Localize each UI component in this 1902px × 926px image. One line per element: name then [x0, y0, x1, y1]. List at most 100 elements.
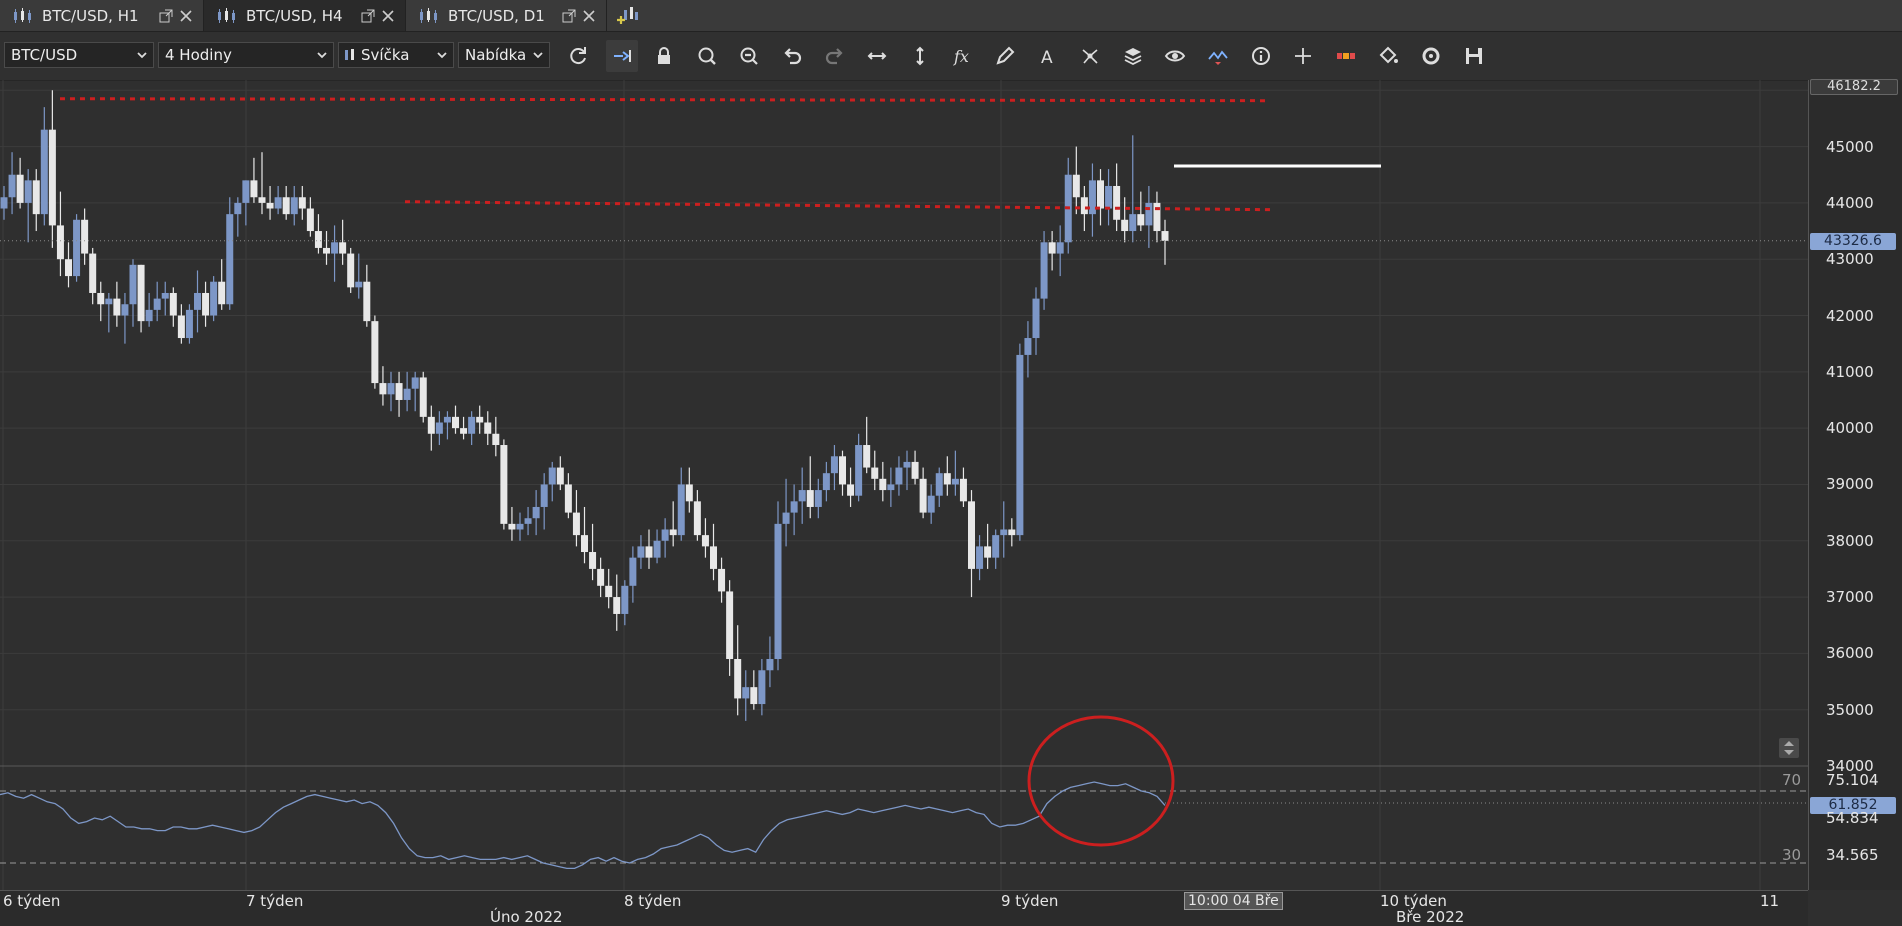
price-tick-label: 45000	[1826, 137, 1874, 156]
week-label: 9 týden	[1001, 892, 1059, 910]
tab-label: BTC/USD, D1	[448, 6, 545, 25]
candle	[1016, 343, 1024, 541]
candle	[1064, 157, 1072, 254]
candle	[653, 529, 661, 564]
vertical-resize-button[interactable]	[904, 40, 936, 72]
highlight-circle-annotation	[1027, 715, 1175, 847]
resistance-level-line	[59, 97, 1271, 103]
lock-icon	[658, 47, 671, 64]
candle	[16, 157, 24, 209]
vertical-resize-icon	[916, 46, 924, 66]
text-tool-button[interactable]: A	[1032, 40, 1064, 72]
color-bar-button[interactable]	[1330, 40, 1362, 72]
candle	[798, 467, 806, 524]
popout-icon[interactable]	[361, 9, 375, 23]
candle	[161, 281, 169, 316]
up-down-arrows-icon	[1784, 741, 1794, 755]
candle	[935, 467, 943, 507]
candle	[403, 371, 411, 412]
close-icon[interactable]	[381, 9, 395, 23]
price-tick-label: 38000	[1826, 531, 1874, 550]
redo-button[interactable]	[819, 40, 851, 72]
zoom-in-icon	[698, 47, 716, 65]
layers-icon	[1124, 48, 1142, 66]
candle	[839, 450, 846, 496]
candle	[492, 416, 500, 457]
symbol-select[interactable]: BTC/USD	[4, 42, 154, 68]
candle	[895, 456, 903, 496]
price-type-select[interactable]: Nabídka	[458, 42, 550, 68]
candle	[234, 197, 242, 237]
time-axis[interactable]: 6 týden 7 týden 8 týden 9 týden 10 týden…	[0, 890, 1808, 926]
candle	[790, 484, 798, 536]
candlestick-icon	[420, 7, 437, 23]
candle	[589, 523, 597, 581]
rsi-max-label: 75.104	[1826, 771, 1879, 789]
candle	[323, 231, 330, 265]
candle	[1008, 518, 1016, 547]
info-button[interactable]	[1245, 40, 1277, 72]
candle	[951, 450, 959, 496]
price-tick-label: 37000	[1826, 588, 1874, 607]
candlestick-series	[0, 90, 1169, 721]
lock-button[interactable]	[648, 40, 680, 72]
tab-btcusd-h1[interactable]: BTC/USD, H1	[0, 0, 204, 31]
chart-style-value: Svíčka	[361, 46, 410, 64]
save-icon	[1465, 48, 1482, 64]
zoom-in-button[interactable]	[691, 40, 723, 72]
autoscroll-button[interactable]	[605, 40, 638, 72]
redo-icon	[825, 48, 843, 65]
add-chart-icon	[617, 7, 638, 24]
timeframe-select[interactable]: 4 Hodiny	[158, 42, 334, 68]
zoom-out-button[interactable]	[733, 40, 765, 72]
candle	[73, 214, 81, 282]
candle	[968, 490, 975, 598]
circle-refresh-button[interactable]	[1415, 40, 1447, 72]
tab-btcusd-d1[interactable]: BTC/USD, D1	[406, 0, 607, 31]
undo-button[interactable]	[776, 40, 808, 72]
candle	[693, 490, 701, 541]
candle	[750, 670, 758, 710]
layers-button[interactable]	[1117, 40, 1149, 72]
candle	[774, 501, 782, 671]
chevron-down-icon	[317, 52, 327, 59]
tab-btcusd-h4[interactable]: BTC/USD, H4	[204, 0, 406, 31]
candle	[1121, 197, 1129, 243]
close-icon[interactable]	[582, 9, 596, 23]
paint-bucket-button[interactable]	[1372, 40, 1404, 72]
candle	[1161, 219, 1169, 265]
fx-indicators-button[interactable]: fx	[946, 40, 978, 72]
tab-label: BTC/USD, H4	[246, 6, 343, 25]
candle	[677, 467, 685, 541]
candle	[976, 535, 984, 581]
eye-button[interactable]	[1159, 40, 1191, 72]
chart-grid	[0, 80, 1808, 890]
rsi-line	[0, 781, 1166, 870]
save-button[interactable]	[1458, 40, 1490, 72]
rsi-min-label: 34.565	[1826, 846, 1879, 864]
rsi-level-30: 30	[1782, 846, 1802, 864]
signal-chart-button[interactable]	[1202, 40, 1234, 72]
svg-text:A: A	[1041, 48, 1053, 67]
refresh-button[interactable]	[563, 40, 595, 72]
chart-plot-area[interactable]	[0, 80, 1808, 890]
close-icon[interactable]	[179, 9, 193, 23]
candle	[250, 157, 258, 203]
chart-style-select[interactable]: Svíčka	[338, 42, 454, 68]
candle	[822, 461, 830, 502]
current-price-badge: 43326.6	[1810, 233, 1896, 250]
popout-icon[interactable]	[159, 9, 173, 23]
crosshair-button[interactable]	[1287, 40, 1319, 72]
horizontal-resize-button[interactable]	[861, 40, 893, 72]
candle-style-icon	[345, 49, 354, 60]
candle	[540, 473, 548, 530]
scale-toggle-button[interactable]	[1779, 738, 1799, 758]
candle	[984, 523, 992, 569]
popout-icon[interactable]	[562, 9, 576, 23]
price-type-value: Nabídka	[465, 46, 527, 64]
candlestick-icon	[218, 7, 235, 23]
candle	[742, 670, 750, 721]
network-button[interactable]	[1074, 40, 1106, 72]
new-chart-tab-button[interactable]	[616, 4, 640, 28]
pencil-button[interactable]	[989, 40, 1021, 72]
